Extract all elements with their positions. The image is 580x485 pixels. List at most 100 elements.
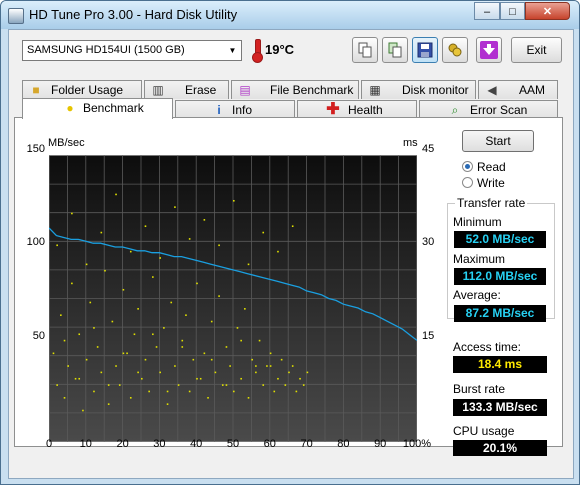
speaker-icon: ◀: [487, 83, 497, 97]
start-button[interactable]: Start: [462, 130, 534, 152]
access-time-point: [107, 403, 110, 405]
down-arrow-icon: [480, 41, 498, 59]
access-time-point: [107, 384, 110, 386]
access-time-point: [277, 377, 279, 380]
tab-benchmark[interactable]: ● Benchmark: [22, 98, 173, 119]
access-time-point: [262, 231, 265, 234]
read-radio-label: Read: [477, 160, 506, 174]
access-time-point: [288, 371, 290, 374]
maximize-button[interactable]: □: [500, 2, 525, 20]
disk-monitor-icon: ▦: [369, 83, 381, 97]
tab-disk-monitor[interactable]: ▦ Disk monitor: [361, 80, 476, 99]
access-time-point: [63, 397, 66, 399]
access-time-point: [126, 352, 128, 355]
down-button[interactable]: [476, 37, 502, 63]
access-time-point: [210, 358, 213, 361]
y-axis-left-label: MB/sec: [48, 137, 85, 149]
access-time-point: [56, 384, 58, 386]
access-time-point: [247, 263, 250, 266]
access-time-point: [185, 314, 187, 316]
copy-info-button[interactable]: [382, 37, 408, 63]
access-time-point: [240, 377, 242, 380]
access-time-point: [240, 339, 242, 342]
maximum-label: Maximum: [453, 252, 506, 266]
access-time-point: [144, 358, 147, 361]
access-time-point: [174, 206, 176, 208]
x-tick: 20: [116, 438, 129, 450]
access-time-point: [203, 352, 206, 355]
access-time-point: [203, 219, 206, 221]
access-time-point: [122, 288, 125, 291]
access-time-point: [152, 276, 154, 278]
tab-file-benchmark[interactable]: ▤ File Benchmark: [231, 80, 359, 99]
file-benchmark-icon: ▤: [239, 83, 251, 97]
tab-folder-usage[interactable]: ■ Folder Usage: [22, 80, 142, 99]
access-time-point: [174, 365, 176, 367]
close-button[interactable]: ✕: [525, 2, 570, 20]
minimize-button[interactable]: –: [474, 2, 500, 20]
y-tick-left: 100: [26, 236, 45, 248]
access-time-point: [236, 327, 239, 329]
copy-button[interactable]: [352, 37, 378, 63]
minimum-label: Minimum: [453, 215, 502, 229]
title-bar[interactable]: HD Tune Pro 3.00 - Hard Disk Utility – □…: [1, 1, 579, 29]
access-time-point: [218, 244, 220, 247]
drive-select[interactable]: SAMSUNG HD154UI (1500 GB) ▼: [22, 40, 242, 61]
access-time-point: [71, 212, 73, 215]
access-time-point: [137, 308, 139, 310]
access-time-point: [115, 365, 117, 367]
access-time-point: [181, 339, 184, 342]
access-time-point: [71, 282, 73, 285]
access-time-point: [251, 358, 253, 361]
access-time-point: [284, 384, 287, 386]
copy-icon: [358, 42, 372, 58]
access-time-point: [192, 358, 195, 361]
access-time-point: [225, 384, 228, 386]
tab-aam-label: AAM: [519, 83, 546, 97]
exit-button[interactable]: Exit: [511, 37, 562, 63]
access-time-point: [210, 320, 213, 323]
save-button[interactable]: [412, 37, 438, 63]
tab-file-benchmark-label: File Benchmark: [270, 83, 354, 97]
maximum-value: 112.0 MB/sec: [454, 268, 546, 285]
access-time-point: [299, 377, 301, 380]
access-time-point: [115, 193, 117, 196]
y-tick-right: 15: [422, 330, 435, 342]
x-tick: 30: [153, 438, 166, 450]
magnifier-icon: ⌕: [451, 103, 459, 117]
x-tick: 60: [263, 438, 276, 450]
write-radio[interactable]: Write: [462, 176, 542, 190]
benchmark-chart: [49, 155, 417, 442]
access-time-point: [277, 250, 279, 253]
access-time-point: [258, 339, 261, 342]
read-radio-dot[interactable]: [462, 161, 473, 172]
access-time-point: [74, 377, 77, 380]
tab-aam[interactable]: ◀ AAM: [478, 80, 558, 99]
save-icon: [417, 42, 433, 58]
access-time-point: [196, 377, 198, 380]
y-tick-left: 50: [32, 330, 45, 342]
read-radio[interactable]: Read: [462, 160, 542, 174]
chevron-down-icon[interactable]: ▼: [224, 41, 241, 60]
access-time-point: [262, 384, 265, 386]
x-tick: 70: [300, 438, 313, 450]
access-time-point: [188, 390, 191, 393]
app-window: HD Tune Pro 3.00 - Hard Disk Utility – □…: [0, 0, 580, 485]
access-time-point: [100, 371, 103, 374]
write-radio-label: Write: [477, 176, 505, 190]
y-axis-right-label: ms: [403, 137, 418, 149]
options-button[interactable]: [442, 37, 468, 63]
access-time-point: [177, 384, 180, 386]
access-time-point: [85, 358, 88, 361]
access-time-point: [159, 257, 161, 259]
average-label: Average:: [453, 288, 501, 302]
tab-erase[interactable]: ▥ Erase: [144, 80, 229, 99]
tab-disk-monitor-label: Disk monitor: [402, 83, 469, 97]
access-time-point: [207, 397, 209, 399]
cpu-usage-value: 20.1%: [453, 440, 547, 456]
access-time-point: [199, 377, 202, 380]
access-time-point: [144, 225, 147, 228]
info-icon: i: [217, 103, 221, 117]
write-radio-dot[interactable]: [462, 177, 473, 188]
access-time-point: [85, 263, 88, 266]
